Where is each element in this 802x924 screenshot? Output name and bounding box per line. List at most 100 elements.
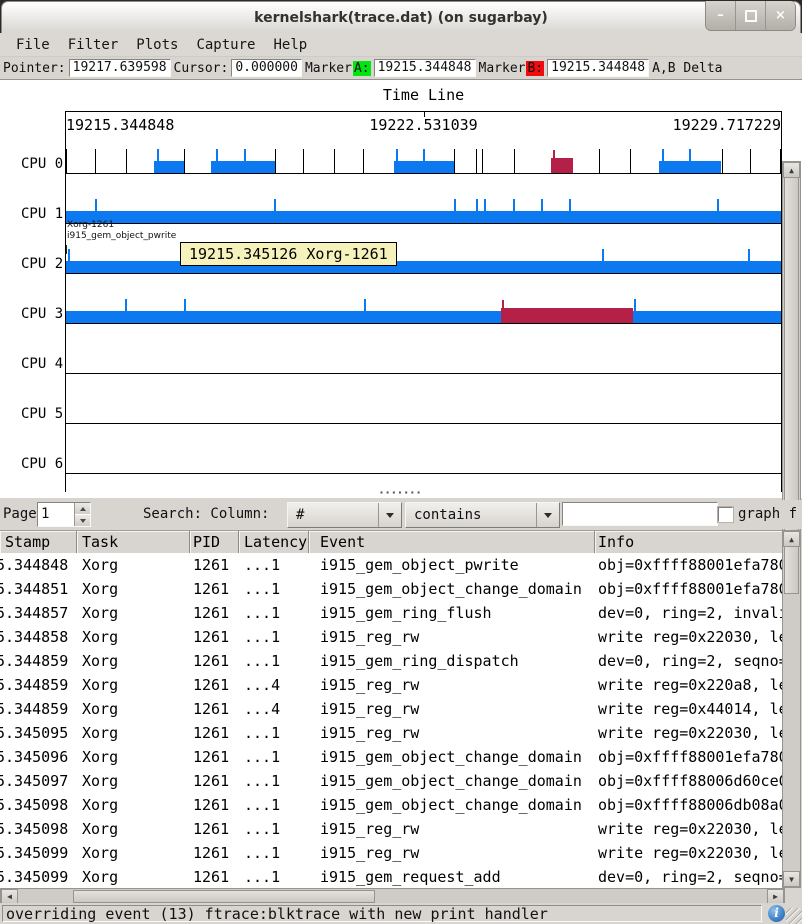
event-tick-blue[interactable] bbox=[602, 249, 604, 273]
table-scrollbar-thumb[interactable] bbox=[784, 546, 799, 594]
scroll-left-arrow-icon[interactable]: ◀ bbox=[1, 889, 18, 904]
column-header-pid[interactable]: PID bbox=[190, 531, 239, 554]
event-tick-black[interactable] bbox=[599, 149, 600, 173]
event-tick-black[interactable] bbox=[363, 149, 364, 173]
spin-down-button[interactable] bbox=[75, 515, 90, 526]
pane-splitter-handle[interactable]: ······· bbox=[379, 486, 422, 499]
event-tick-blue[interactable] bbox=[216, 149, 218, 173]
column-header-task[interactable]: Task bbox=[77, 531, 190, 554]
search-input[interactable] bbox=[562, 502, 718, 526]
event-tick-blue[interactable] bbox=[748, 249, 750, 273]
table-vertical-scrollbar[interactable]: ▲ ▼ bbox=[782, 530, 801, 888]
event-tick-black[interactable] bbox=[126, 149, 127, 173]
event-tick-blue[interactable] bbox=[454, 199, 456, 223]
event-tick-black[interactable] bbox=[476, 149, 477, 173]
event-tick-black[interactable] bbox=[184, 149, 185, 173]
event-tick-blue[interactable] bbox=[157, 149, 159, 173]
event-tick-red[interactable] bbox=[502, 300, 504, 323]
scroll-up-arrow-icon[interactable]: ▲ bbox=[783, 162, 800, 178]
table-row[interactable]: 5.344857Xorg1261...1i915_gem_ring_flushd… bbox=[0, 601, 783, 625]
minimize-button[interactable]: – bbox=[706, 1, 735, 30]
event-tick-red[interactable] bbox=[553, 150, 555, 173]
event-tick-blue[interactable] bbox=[513, 199, 515, 223]
event-tick-blue[interactable] bbox=[364, 299, 366, 323]
column-header-stamp[interactable]: Stamp bbox=[0, 531, 77, 554]
event-tick-blue[interactable] bbox=[484, 199, 486, 223]
info-icon[interactable]: i bbox=[768, 905, 785, 922]
column-select[interactable]: # bbox=[287, 502, 402, 528]
menu-item-file[interactable]: File bbox=[8, 35, 58, 55]
event-table[interactable]: 5.344848Xorg1261...1i915_gem_object_pwri… bbox=[0, 553, 783, 888]
event-tick-black[interactable] bbox=[95, 149, 96, 173]
event-tick-black[interactable] bbox=[780, 149, 781, 173]
event-tick-black[interactable] bbox=[275, 149, 276, 173]
event-tick-blue[interactable] bbox=[68, 249, 70, 273]
cpu-lane-6[interactable] bbox=[66, 428, 781, 474]
event-tick-blue[interactable] bbox=[184, 299, 186, 323]
event-tick-black[interactable] bbox=[722, 149, 723, 173]
event-tick-blue[interactable] bbox=[274, 199, 276, 223]
table-row[interactable]: 5.345098Xorg1261...1i915_gem_object_chan… bbox=[0, 793, 783, 817]
event-tick-blue[interactable] bbox=[244, 149, 246, 173]
cpu-lane-1[interactable] bbox=[66, 178, 781, 224]
scroll-up-arrow-icon[interactable]: ▲ bbox=[783, 531, 800, 547]
column-header-event[interactable]: Event bbox=[309, 531, 595, 554]
event-tick-blue[interactable] bbox=[396, 149, 398, 173]
match-select[interactable]: contains bbox=[405, 502, 560, 528]
menu-item-capture[interactable]: Capture bbox=[188, 35, 263, 55]
menu-item-plots[interactable]: Plots bbox=[128, 35, 186, 55]
table-row[interactable]: 5.344848Xorg1261...1i915_gem_object_pwri… bbox=[0, 553, 783, 577]
menu-item-filter[interactable]: Filter bbox=[60, 35, 127, 55]
column-select-arrow[interactable] bbox=[378, 503, 401, 527]
horizontal-scrollbar-thumb[interactable] bbox=[73, 890, 375, 903]
event-tick-blue[interactable] bbox=[717, 199, 719, 223]
page-spinner[interactable]: 1 bbox=[37, 502, 91, 527]
table-row[interactable]: 5.344859Xorg1261...4i915_reg_rwwrite reg… bbox=[0, 673, 783, 697]
table-row[interactable]: 5.345095Xorg1261...1i915_reg_rwwrite reg… bbox=[0, 721, 783, 745]
event-tick-blue[interactable] bbox=[634, 299, 636, 323]
table-row[interactable]: 5.344859Xorg1261...1i915_gem_ring_dispat… bbox=[0, 649, 783, 673]
cpu-lane-3[interactable] bbox=[66, 278, 781, 324]
table-row[interactable]: 5.345097Xorg1261...1i915_gem_object_chan… bbox=[0, 769, 783, 793]
table-row[interactable]: 5.345099Xorg1261...1i915_reg_rwwrite reg… bbox=[0, 841, 783, 865]
event-tick-blue[interactable] bbox=[662, 149, 664, 173]
event-tick-blue[interactable] bbox=[423, 149, 425, 173]
event-tick-black[interactable] bbox=[303, 149, 304, 173]
event-tick-black[interactable] bbox=[454, 149, 455, 173]
event-bar-red[interactable] bbox=[501, 308, 633, 323]
table-row[interactable]: 5.345099Xorg1261...1i915_gem_request_add… bbox=[0, 865, 783, 888]
spin-up-button[interactable] bbox=[75, 503, 90, 514]
event-tick-black[interactable] bbox=[750, 149, 751, 173]
event-tick-black[interactable] bbox=[334, 149, 335, 173]
resize-grip[interactable] bbox=[786, 908, 802, 924]
marker-b-badge[interactable]: B: bbox=[526, 61, 544, 76]
event-tick-blue[interactable] bbox=[541, 199, 543, 223]
menu-item-help[interactable]: Help bbox=[265, 35, 315, 55]
event-tick-blue[interactable] bbox=[476, 199, 478, 223]
event-tick-black[interactable] bbox=[630, 149, 631, 173]
graph-follows-checkbox[interactable] bbox=[718, 507, 733, 522]
table-row[interactable]: 5.345096Xorg1261...1i915_gem_object_chan… bbox=[0, 745, 783, 769]
scroll-right-arrow-icon[interactable]: ▶ bbox=[767, 889, 784, 904]
marker-a-badge[interactable]: A: bbox=[353, 61, 371, 76]
maximize-button[interactable] bbox=[735, 1, 765, 30]
event-tick-blue[interactable] bbox=[689, 149, 691, 173]
timeline-plot[interactable]: Time Line Xorg-1261 i915_gem_object_pwri… bbox=[66, 80, 781, 498]
cpu-lane-0[interactable] bbox=[66, 128, 781, 174]
scroll-down-arrow-icon[interactable]: ▼ bbox=[783, 871, 800, 887]
cpu-lane-4[interactable] bbox=[66, 328, 781, 374]
timeline-graph[interactable]: Time Line Xorg-1261 i915_gem_object_pwri… bbox=[0, 79, 802, 498]
event-tick-black[interactable] bbox=[482, 149, 483, 173]
column-header-info[interactable]: Info bbox=[595, 531, 783, 554]
cpu-run-bar[interactable] bbox=[66, 261, 781, 273]
table-row[interactable]: 5.344851Xorg1261...1i915_gem_object_chan… bbox=[0, 577, 783, 601]
cpu-lane-5[interactable] bbox=[66, 378, 781, 424]
close-button[interactable]: × bbox=[765, 1, 795, 30]
table-row[interactable]: 5.344859Xorg1261...4i915_reg_rwwrite reg… bbox=[0, 697, 783, 721]
cpu-run-bar[interactable] bbox=[66, 311, 781, 323]
event-tick-blue[interactable] bbox=[125, 299, 127, 323]
table-row[interactable]: 5.344858Xorg1261...1i915_reg_rwwrite reg… bbox=[0, 625, 783, 649]
event-bar-blue[interactable] bbox=[211, 161, 275, 173]
event-tick-black[interactable] bbox=[66, 149, 67, 173]
column-header-latency[interactable]: Latency bbox=[239, 531, 309, 554]
